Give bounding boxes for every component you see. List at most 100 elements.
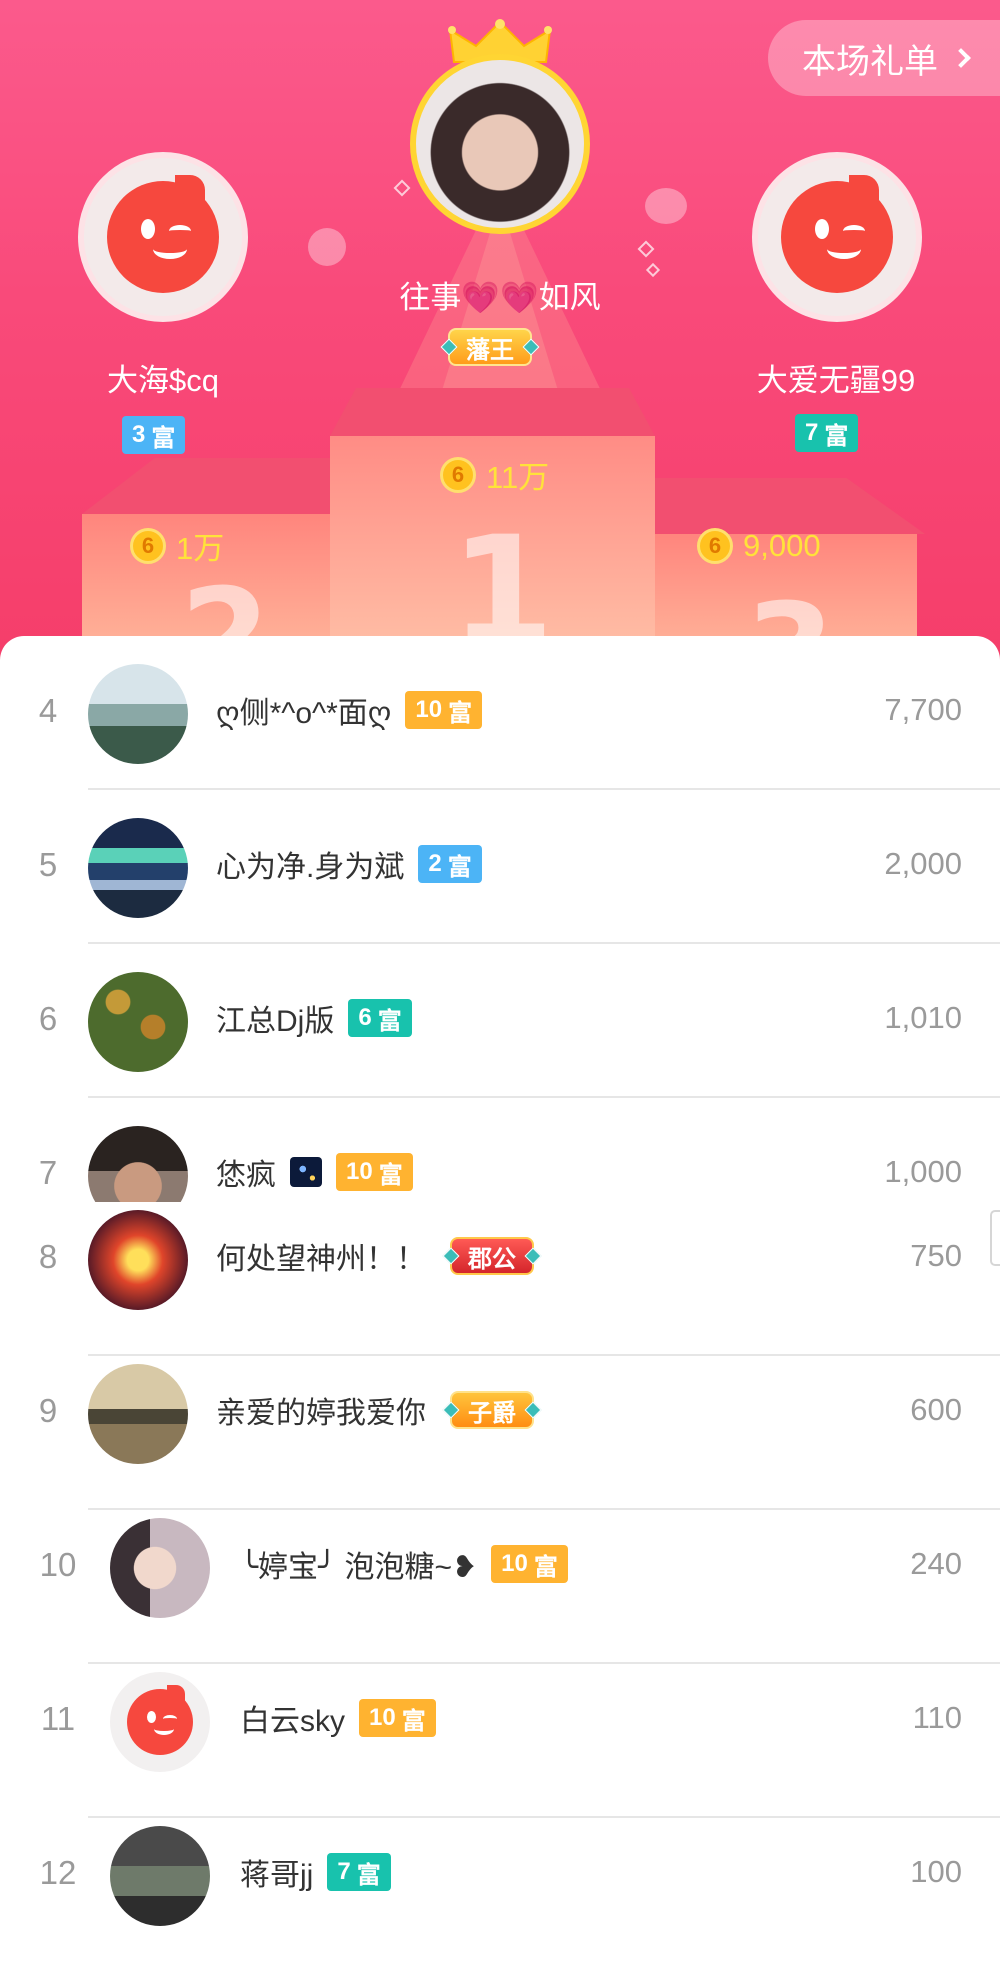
list-item[interactable]: 5 心为净.身为斌 2 富 2,000 <box>0 790 1000 944</box>
avatar <box>88 664 188 764</box>
avatar <box>88 818 188 918</box>
avatar <box>88 1364 188 1464</box>
first-place-noble-wrap: 藩王 <box>448 328 532 366</box>
rank-number: 11 <box>40 1700 76 1737</box>
default-avatar-icon <box>781 175 893 293</box>
third-place-avatar[interactable] <box>752 152 922 322</box>
podium-third-amount: 6 9,000 <box>697 528 821 564</box>
rank-number: 9 <box>38 1392 58 1429</box>
podium-third-top <box>645 478 925 534</box>
rank-number: 12 <box>39 1854 77 1891</box>
list-item[interactable]: 12 蒋哥jj 7 富 100 <box>0 1818 1000 1964</box>
rich-level: 10 <box>415 696 443 723</box>
rich-char: 富 <box>824 422 849 450</box>
chevron-right-icon <box>951 48 971 68</box>
rich-level: 10 <box>346 1158 373 1185</box>
rich-badge: 7 富 <box>327 1853 391 1891</box>
podium-area: 本场礼单 1 2 3 6 11万 6 1万 6 9,000 往事💗💗如风 藩王 <box>0 0 1000 660</box>
avatar <box>88 1126 188 1202</box>
podium-first-top <box>330 388 655 436</box>
list-item[interactable]: 4 ღ侧*^o^*面ღ 10 富 7,700 <box>0 636 1000 790</box>
noble-badge: 藩王 <box>448 328 532 366</box>
user-name: 恷疯 <box>216 1159 276 1192</box>
user-info: 恷疯 10 富 <box>216 1150 413 1194</box>
user-name: 白云sky <box>240 1705 345 1738</box>
coin-icon: 6 <box>440 456 476 493</box>
rich-level: 7 <box>805 419 819 446</box>
rich-badge: 7 富 <box>795 414 859 452</box>
noble-badge: 郡公 <box>450 1237 534 1275</box>
avatar <box>88 972 188 1072</box>
user-name: ღ侧*^o^*面ღ <box>216 697 392 730</box>
rich-char: 富 <box>378 1161 403 1189</box>
list-item[interactable]: 7 恷疯 10 富 1,000 <box>0 1098 1000 1202</box>
podium-second-amount: 6 1万 <box>130 523 224 568</box>
rich-badge: 3 富 <box>122 416 186 454</box>
rich-badge: 10 富 <box>491 1545 568 1583</box>
avatar <box>88 1210 188 1310</box>
gift-amount: 750 <box>910 1238 962 1273</box>
night-sky-emoji-icon <box>290 1157 322 1187</box>
gift-amount: 240 <box>910 1546 962 1581</box>
rank-number: 5 <box>38 846 58 883</box>
user-info: 江总Dj版 6 富 <box>216 996 412 1040</box>
list-item[interactable]: 8 何处望神州！！ 郡公 750 <box>0 1202 1000 1356</box>
rich-char: 富 <box>447 853 472 881</box>
rich-badge: 2 富 <box>418 845 482 883</box>
first-place-name: 往事💗💗如风 <box>399 280 601 315</box>
rich-char: 富 <box>448 699 473 727</box>
rich-char: 富 <box>401 1707 426 1735</box>
rich-badge: 6 富 <box>348 999 412 1037</box>
podium-second-top <box>82 458 342 514</box>
user-info: 心为净.身为斌 2 富 <box>216 842 482 886</box>
user-name: 江总Dj版 <box>216 1005 335 1038</box>
third-place-name: 大爱无疆99 <box>756 363 916 398</box>
user-info: ╰婷宝╯ 泡泡糖~❥ 10 富 <box>240 1542 568 1586</box>
ranking-list: 4 ღ侧*^o^*面ღ 10 富 7,700 5 心为净.身为斌 2 富 2,0… <box>0 636 1000 1964</box>
rank-number: 10 <box>39 1546 77 1583</box>
third-place-badge-wrap: 7 富 <box>795 414 859 452</box>
coin-icon: 6 <box>697 528 733 564</box>
sparkle <box>645 188 687 224</box>
default-avatar-icon <box>107 175 219 293</box>
avatar <box>110 1826 210 1926</box>
user-info: ღ侧*^o^*面ღ 10 富 <box>216 688 483 732</box>
gift-amount: 100 <box>910 1854 962 1889</box>
user-name: 心为净.身为斌 <box>216 851 405 884</box>
gift-amount: 110 <box>912 1700 962 1735</box>
coin-icon: 6 <box>130 527 166 564</box>
avatar <box>110 1518 210 1618</box>
user-name: ╰婷宝╯ 泡泡糖~❥ <box>240 1551 478 1584</box>
podium-second-amount-value: 1万 <box>176 531 225 566</box>
list-item[interactable]: 9 亲爱的婷我爱你 子爵 600 <box>0 1356 1000 1510</box>
rich-level: 3 <box>132 421 146 448</box>
rank-number: 4 <box>38 692 58 729</box>
user-name: 亲爱的婷我爱你 <box>216 1397 426 1430</box>
user-name: 何处望神州！！ <box>216 1243 426 1276</box>
list-item[interactable]: 6 江总Dj版 6 富 1,010 <box>0 944 1000 1098</box>
user-name: 蒋哥jj <box>240 1859 314 1892</box>
scroll-handle[interactable] <box>990 1210 1000 1266</box>
podium-third-amount-value: 9,000 <box>743 528 821 563</box>
second-place-name: 大海$cq <box>107 363 219 398</box>
first-place-avatar[interactable] <box>410 54 590 234</box>
user-info: 何处望神州！！ 郡公 <box>216 1234 534 1278</box>
gift-amount: 600 <box>910 1392 962 1427</box>
gift-amount: 2,000 <box>884 846 962 881</box>
user-info: 白云sky 10 富 <box>240 1696 436 1740</box>
rich-badge: 10 富 <box>405 691 483 729</box>
list-item[interactable]: 10 ╰婷宝╯ 泡泡糖~❥ 10 富 240 <box>0 1510 1000 1664</box>
podium-first-amount: 6 11万 <box>440 452 549 497</box>
list-item[interactable]: 11 白云sky 10 富 110 <box>0 1664 1000 1818</box>
rich-level: 7 <box>337 1858 351 1885</box>
gift-list-label: 本场礼单 <box>802 42 938 81</box>
gift-amount: 1,010 <box>884 1000 962 1035</box>
second-place-avatar[interactable] <box>78 152 248 322</box>
gift-list-button[interactable]: 本场礼单 <box>768 20 1000 96</box>
user-info: 亲爱的婷我爱你 子爵 <box>216 1388 534 1432</box>
rank-number: 6 <box>38 1000 58 1037</box>
avatar <box>110 1672 210 1772</box>
rich-badge: 10 富 <box>336 1153 413 1191</box>
rich-char: 富 <box>356 1861 381 1889</box>
default-avatar-icon <box>127 1685 193 1755</box>
